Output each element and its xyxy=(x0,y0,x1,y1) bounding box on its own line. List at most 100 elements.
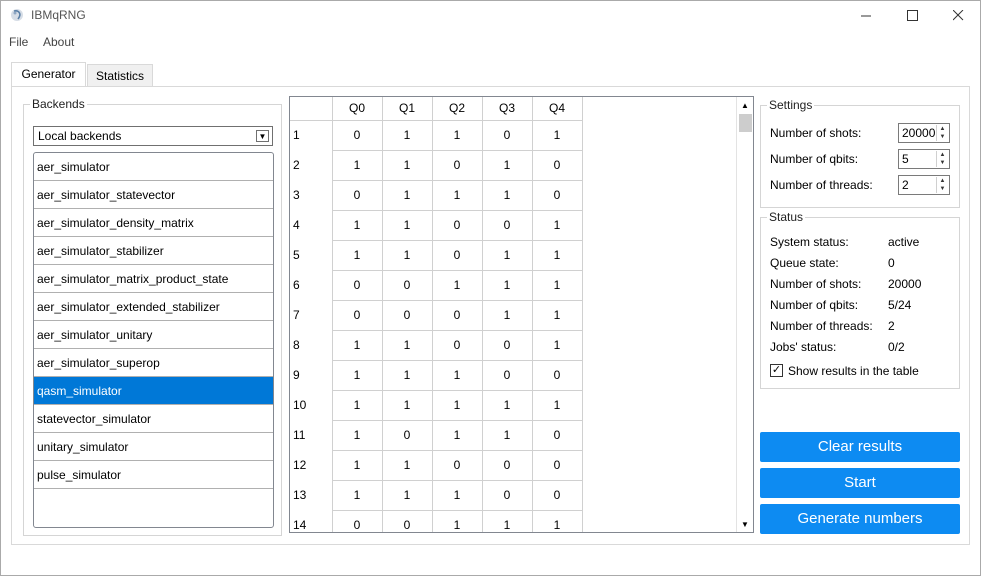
table-cell[interactable]: 0 xyxy=(432,300,483,331)
backend-item[interactable]: pulse_simulator xyxy=(34,461,273,489)
show-results-checkbox[interactable]: ✓ xyxy=(770,364,783,377)
backend-item[interactable]: aer_simulator_stabilizer xyxy=(34,237,273,265)
table-cell[interactable]: 0 xyxy=(482,360,533,391)
table-cell[interactable]: 1 xyxy=(532,210,583,241)
tab-statistics[interactable]: Statistics xyxy=(87,64,153,86)
backend-type-dropdown[interactable]: Local backends ▼ xyxy=(33,126,273,146)
table-cell[interactable]: 1 xyxy=(332,210,383,241)
table-cell[interactable]: 1 xyxy=(432,390,483,421)
table-cell[interactable]: 1 xyxy=(432,420,483,451)
table-cell[interactable]: 1 xyxy=(382,360,433,391)
table-cell[interactable]: 1 xyxy=(432,180,483,211)
table-cell[interactable]: 1 xyxy=(382,150,433,181)
table-cell[interactable]: 0 xyxy=(532,150,583,181)
table-cell[interactable]: 0 xyxy=(532,450,583,481)
table-cell[interactable]: 0 xyxy=(332,270,383,301)
row-header[interactable]: 10 xyxy=(290,390,333,420)
column-header[interactable]: Q3 xyxy=(482,97,533,121)
spin-down-icon[interactable]: ▼ xyxy=(937,185,948,193)
table-cell[interactable]: 1 xyxy=(482,150,533,181)
table-cell[interactable]: 1 xyxy=(532,300,583,331)
show-results-label[interactable]: Show results in the table xyxy=(788,364,919,378)
spin-down-icon[interactable]: ▼ xyxy=(937,133,948,141)
row-header[interactable]: 5 xyxy=(290,240,333,270)
table-cell[interactable]: 1 xyxy=(482,510,533,532)
table-cell[interactable]: 1 xyxy=(532,510,583,532)
column-header[interactable]: Q0 xyxy=(332,97,383,121)
table-cell[interactable]: 1 xyxy=(382,120,433,151)
table-cell[interactable]: 0 xyxy=(332,300,383,331)
table-cell[interactable]: 1 xyxy=(382,480,433,511)
generate-numbers-button[interactable]: Generate numbers xyxy=(760,504,960,534)
table-cell[interactable]: 0 xyxy=(382,510,433,532)
row-header[interactable]: 7 xyxy=(290,300,333,330)
table-cell[interactable]: 1 xyxy=(432,360,483,391)
table-cell[interactable]: 0 xyxy=(532,180,583,211)
table-cell[interactable]: 1 xyxy=(532,240,583,271)
shots-spin-buttons[interactable]: ▲ ▼ xyxy=(936,125,948,141)
table-cell[interactable]: 1 xyxy=(532,390,583,421)
table-cell[interactable]: 1 xyxy=(382,180,433,211)
table-cell[interactable]: 1 xyxy=(332,330,383,361)
table-cell[interactable]: 0 xyxy=(382,300,433,331)
backend-item[interactable]: unitary_simulator xyxy=(34,433,273,461)
scroll-down-icon[interactable]: ▼ xyxy=(737,516,753,532)
menu-file[interactable]: File xyxy=(9,35,28,49)
backend-item[interactable]: statevector_simulator xyxy=(34,405,273,433)
table-cell[interactable]: 1 xyxy=(332,360,383,391)
scroll-thumb[interactable] xyxy=(739,114,752,132)
table-cell[interactable]: 1 xyxy=(482,390,533,421)
backend-list[interactable]: aer_simulator aer_simulator_statevectorae… xyxy=(33,152,274,528)
table-cell[interactable]: 1 xyxy=(432,270,483,301)
table-cell[interactable]: 0 xyxy=(432,210,483,241)
backend-item[interactable]: aer_simulator xyxy=(34,153,273,181)
backend-item[interactable]: aer_simulator_unitary xyxy=(34,321,273,349)
table-cell[interactable]: 1 xyxy=(332,450,383,481)
table-cell[interactable]: 1 xyxy=(532,120,583,151)
table-cell[interactable]: 0 xyxy=(482,210,533,241)
row-header[interactable]: 1 xyxy=(290,120,333,150)
row-header[interactable]: 2 xyxy=(290,150,333,180)
table-cell[interactable]: 1 xyxy=(532,270,583,301)
table-cell[interactable]: 0 xyxy=(332,120,383,151)
table-cell[interactable]: 0 xyxy=(332,510,383,532)
table-cell[interactable]: 0 xyxy=(482,330,533,361)
table-cell[interactable]: 1 xyxy=(332,240,383,271)
backend-item[interactable]: aer_simulator_superop xyxy=(34,349,273,377)
threads-spinbox[interactable]: 2 ▲ ▼ xyxy=(898,175,950,195)
column-header[interactable]: Q2 xyxy=(432,97,483,121)
row-header[interactable]: 11 xyxy=(290,420,333,450)
table-cell[interactable]: 0 xyxy=(432,450,483,481)
table-cell[interactable]: 0 xyxy=(532,480,583,511)
table-cell[interactable]: 1 xyxy=(382,330,433,361)
table-cell[interactable]: 0 xyxy=(332,180,383,211)
column-header[interactable]: Q1 xyxy=(382,97,433,121)
table-cell[interactable]: 0 xyxy=(532,360,583,391)
table-cell[interactable]: 1 xyxy=(432,120,483,151)
row-header[interactable]: 9 xyxy=(290,360,333,390)
minimize-button[interactable] xyxy=(843,0,889,31)
table-cell[interactable]: 1 xyxy=(482,270,533,301)
maximize-button[interactable] xyxy=(889,0,935,31)
table-cell[interactable]: 0 xyxy=(382,420,433,451)
row-header[interactable]: 13 xyxy=(290,480,333,510)
spin-up-icon[interactable]: ▲ xyxy=(937,125,948,133)
row-header[interactable]: 8 xyxy=(290,330,333,360)
table-cell[interactable]: 0 xyxy=(432,330,483,361)
table-cell[interactable]: 1 xyxy=(382,240,433,271)
backend-item[interactable]: aer_simulator_statevector xyxy=(34,181,273,209)
table-cell[interactable]: 0 xyxy=(432,150,483,181)
start-button[interactable]: Start xyxy=(760,468,960,498)
table-cell[interactable]: 1 xyxy=(482,180,533,211)
table-cell[interactable]: 1 xyxy=(432,480,483,511)
clear-results-button[interactable]: Clear results xyxy=(760,432,960,462)
row-header[interactable]: 12 xyxy=(290,450,333,480)
table-cell[interactable]: 1 xyxy=(382,390,433,421)
tab-generator[interactable]: Generator xyxy=(11,62,86,86)
backend-item[interactable]: aer_simulator_matrix_product_state xyxy=(34,265,273,293)
row-header[interactable]: 14 xyxy=(290,510,333,532)
table-cell[interactable]: 1 xyxy=(382,210,433,241)
row-header[interactable]: 6 xyxy=(290,270,333,300)
table-cell[interactable]: 1 xyxy=(332,390,383,421)
scroll-up-icon[interactable]: ▲ xyxy=(737,97,753,113)
